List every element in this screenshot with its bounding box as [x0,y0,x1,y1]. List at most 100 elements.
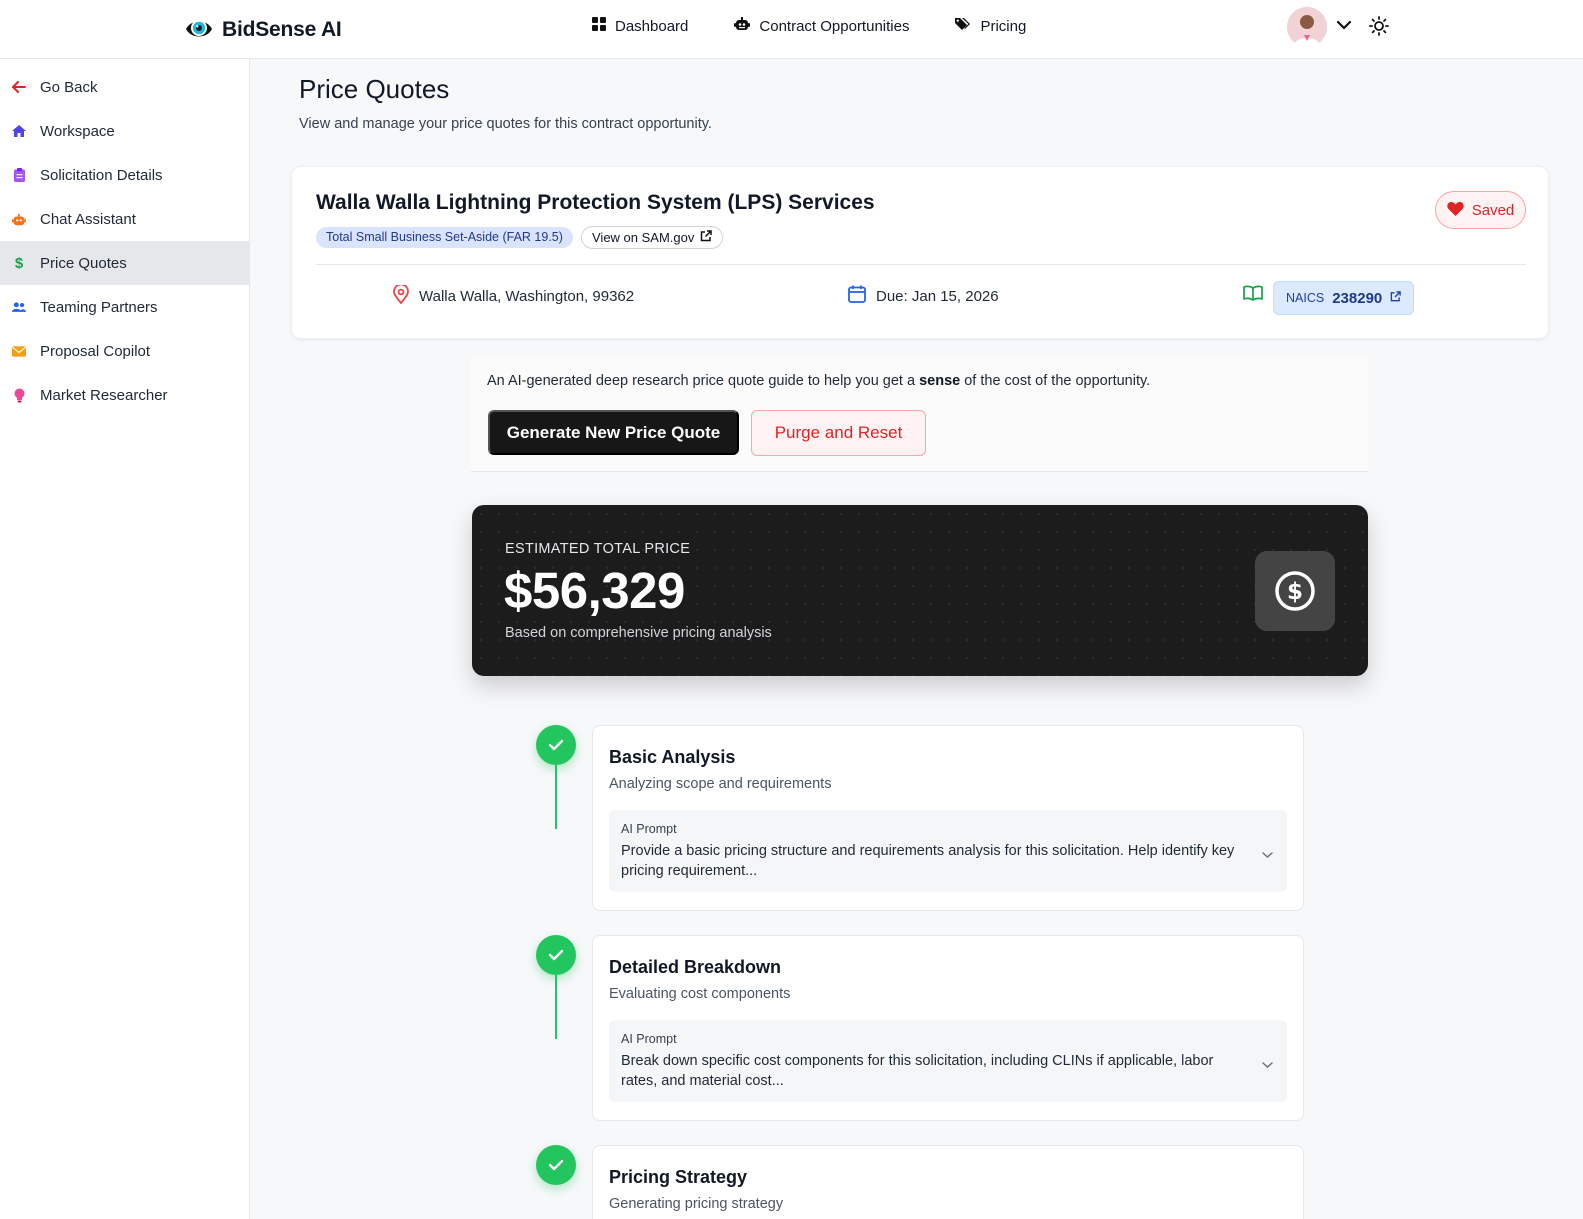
due-date-text: Due: Jan 15, 2026 [876,287,999,305]
naics-label: NAICS [1286,291,1325,305]
page-title: Price Quotes [299,74,450,104]
estimated-price-label: ESTIMATED TOTAL PRICE [505,541,691,557]
tags-icon [955,17,971,35]
sidebar: Go Back Workspace Solicitation Details C… [0,59,250,1219]
sidebar-item-label: Chat Assistant [40,210,136,228]
sidebar-item-go-back[interactable]: Go Back [0,65,249,109]
chevron-down-icon[interactable] [1336,18,1352,36]
sidebar-item-teaming-partners[interactable]: Teaming Partners [0,285,249,329]
step-title: Pricing Strategy [609,1167,748,1187]
top-nav: Dashboard Contract Opportunities Pricing [592,17,1026,35]
step-connector [555,975,557,1039]
sun-icon[interactable] [1369,16,1389,41]
top-bar: BidSense AI Dashboard Contract Opportuni… [0,0,1583,59]
svg-text:$: $ [1287,579,1303,605]
sidebar-item-label: Teaming Partners [40,298,158,316]
guide-text-part: An AI-generated deep research price quot… [487,373,920,389]
external-link-icon [1390,289,1402,307]
sidebar-item-label: Proposal Copilot [40,342,151,360]
step-title: Detailed Breakdown [609,957,782,977]
home-icon [12,125,26,137]
sidebar-item-label: Workspace [40,122,115,140]
map-pin-icon [393,283,409,308]
step-subtitle: Generating pricing strategy [609,1196,784,1212]
sidebar-item-proposal-copilot[interactable]: Proposal Copilot [0,329,249,373]
avatar[interactable] [1287,7,1327,47]
saved-button[interactable]: Saved [1435,191,1526,229]
guide-text-emphasis: sense [919,373,961,389]
step-pricing-strategy: Pricing Strategy Generating pricing stra… [592,1145,1304,1219]
calendar-icon [848,285,866,307]
divider [316,264,1526,265]
due-date: Due: Jan 15, 2026 [848,285,999,307]
saved-label: Saved [1471,201,1515,219]
sidebar-item-label: Solicitation Details [40,166,163,184]
sidebar-item-price-quotes[interactable]: $ Price Quotes [0,241,249,285]
ai-prompt-label: AI Prompt [621,822,677,836]
step-complete-check-icon [536,1145,576,1185]
heart-icon [1447,201,1464,220]
users-icon [12,301,26,313]
chevron-down-icon [1262,1056,1273,1074]
naics-code: 238290 [1332,289,1383,307]
sidebar-item-label: Go Back [40,78,98,96]
location: Walla Walla, Washington, 99362 [393,283,635,308]
sidebar-list: Go Back Workspace Solicitation Details C… [0,59,249,417]
robot-icon [734,17,751,35]
location-text: Walla Walla, Washington, 99362 [419,288,635,305]
chevron-down-icon [1262,846,1273,864]
step-complete-check-icon [536,725,576,765]
purge-and-reset-button[interactable]: Purge and Reset [751,410,926,456]
generate-new-price-quote-button[interactable]: Generate New Price Quote [488,410,739,455]
ai-prompt-toggle[interactable]: AI Prompt Provide a basic pricing struct… [609,810,1287,892]
estimated-price-value: $56,329 [504,562,685,619]
page-subtitle: View and manage your price quotes for th… [299,116,712,132]
nav-contract-opportunities-label: Contract Opportunities [759,17,910,35]
nav-contract-opportunities[interactable]: Contract Opportunities [734,17,909,35]
guide-text-part: of the cost of the opportunity. [960,373,1151,389]
guide-text: An AI-generated deep research price quot… [487,373,1150,389]
nav-pricing-label: Pricing [980,17,1027,35]
estimated-price-subtitle: Based on comprehensive pricing analysis [505,625,772,641]
step-detailed-breakdown: Detailed Breakdown Evaluating cost compo… [592,935,1304,1121]
step-basic-analysis: Basic Analysis Analyzing scope and requi… [592,725,1304,911]
nav-dashboard-label: Dashboard [615,17,689,35]
dollar-circle-icon: $ [1255,551,1335,631]
ai-prompt-label: AI Prompt [621,1032,677,1046]
estimated-price-card: ESTIMATED TOTAL PRICE $56,329 Based on c… [472,505,1368,676]
step-complete-check-icon [536,935,576,975]
eye-logo-icon [184,12,214,47]
view-on-sam-link[interactable]: View on SAM.gov [581,226,724,249]
sam-link-label: View on SAM.gov [592,230,695,245]
set-aside-badge: Total Small Business Set-Aside (FAR 19.5… [316,227,573,248]
nav-dashboard[interactable]: Dashboard [592,17,688,35]
brand[interactable]: BidSense AI [184,12,342,47]
ai-prompt-text: Break down specific cost components for … [621,1053,1214,1089]
sidebar-item-label: Price Quotes [40,254,127,272]
opportunity-card: Walla Walla Lightning Protection System … [291,166,1549,339]
sidebar-item-market-researcher[interactable]: Market Researcher [0,373,249,417]
ai-prompt-toggle[interactable]: AI Prompt Break down specific cost compo… [609,1020,1287,1102]
step-subtitle: Analyzing scope and requirements [609,776,832,792]
step-connector [555,765,557,829]
robot-icon [12,213,26,226]
step-subtitle: Evaluating cost components [609,986,791,1002]
lightbulb-icon [12,388,26,403]
grid-icon [592,17,606,35]
nav-pricing[interactable]: Pricing [955,17,1026,35]
sidebar-item-chat-assistant[interactable]: Chat Assistant [0,197,249,241]
opportunity-title: Walla Walla Lightning Protection System … [316,191,875,214]
arrow-left-icon [12,81,26,93]
sidebar-item-solicitation-details[interactable]: Solicitation Details [0,153,249,197]
step-title: Basic Analysis [609,747,736,767]
sidebar-item-workspace[interactable]: Workspace [0,109,249,153]
book-icon [1243,285,1263,301]
naics-badge[interactable]: NAICS 238290 [1273,281,1415,315]
dollar-icon: $ [14,254,24,272]
price-quote-guide: An AI-generated deep research price quot… [471,355,1368,472]
brand-name: BidSense AI [222,17,342,41]
external-link-icon [700,227,713,248]
ai-prompt-text: Provide a basic pricing structure and re… [621,843,1235,879]
sidebar-item-label: Market Researcher [40,386,168,404]
clipboard-icon [12,168,26,182]
